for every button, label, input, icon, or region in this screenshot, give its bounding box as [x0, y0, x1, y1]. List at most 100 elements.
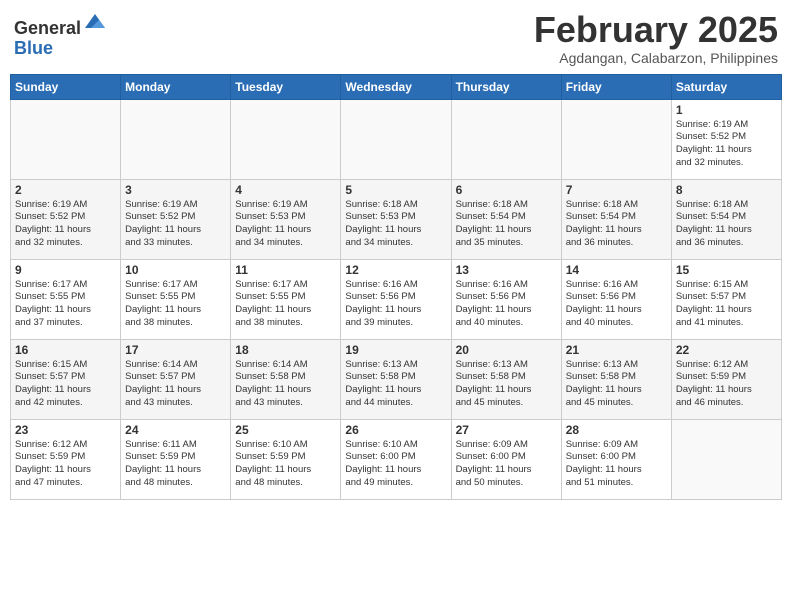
day-info: Sunrise: 6:12 AM Sunset: 5:59 PM Dayligh… [15, 439, 116, 490]
calendar-cell: 26 Sunrise: 6:10 AM Sunset: 6:00 PM Dayli… [341, 419, 451, 499]
day-number: 3 [125, 183, 226, 197]
week-row-4: 16 Sunrise: 6:15 AM Sunset: 5:57 PM Dayli… [11, 339, 782, 419]
day-info: Sunrise: 6:18 AM Sunset: 5:54 PM Dayligh… [676, 199, 777, 250]
calendar-cell [121, 99, 231, 179]
day-number: 26 [345, 423, 446, 437]
calendar-cell: 20 Sunrise: 6:13 AM Sunset: 5:58 PM Dayli… [451, 339, 561, 419]
week-row-1: 1 Sunrise: 6:19 AM Sunset: 5:52 PM Daylig… [11, 99, 782, 179]
day-number: 23 [15, 423, 116, 437]
calendar-cell: 25 Sunrise: 6:10 AM Sunset: 5:59 PM Dayli… [231, 419, 341, 499]
day-number: 6 [456, 183, 557, 197]
day-number: 12 [345, 263, 446, 277]
logo-icon [83, 10, 107, 34]
week-row-2: 2Sunrise: 6:19 AM Sunset: 5:52 PM Daylig… [11, 179, 782, 259]
logo-blue: Blue [14, 39, 107, 59]
calendar-cell: 2Sunrise: 6:19 AM Sunset: 5:52 PM Daylig… [11, 179, 121, 259]
week-row-5: 23 Sunrise: 6:12 AM Sunset: 5:59 PM Dayli… [11, 419, 782, 499]
day-info: Sunrise: 6:09 AM Sunset: 6:00 PM Dayligh… [456, 439, 557, 490]
day-number: 5 [345, 183, 446, 197]
weekday-header-sunday: Sunday [11, 74, 121, 99]
calendar-cell: 24 Sunrise: 6:11 AM Sunset: 5:59 PM Dayli… [121, 419, 231, 499]
calendar-cell: 9 Sunrise: 6:17 AM Sunset: 5:55 PM Daylig… [11, 259, 121, 339]
calendar-cell [671, 419, 781, 499]
day-info: Sunrise: 6:15 AM Sunset: 5:57 PM Dayligh… [15, 359, 116, 410]
calendar-cell: 10 Sunrise: 6:17 AM Sunset: 5:55 PM Dayli… [121, 259, 231, 339]
day-info: Sunrise: 6:12 AM Sunset: 5:59 PM Dayligh… [676, 359, 777, 410]
day-info: Sunrise: 6:15 AM Sunset: 5:57 PM Dayligh… [676, 279, 777, 330]
calendar-cell [11, 99, 121, 179]
calendar-cell: 23 Sunrise: 6:12 AM Sunset: 5:59 PM Dayli… [11, 419, 121, 499]
logo-text: General [14, 10, 107, 39]
day-info: Sunrise: 6:17 AM Sunset: 5:55 PM Dayligh… [15, 279, 116, 330]
day-number: 18 [235, 343, 336, 357]
day-info: Sunrise: 6:10 AM Sunset: 5:59 PM Dayligh… [235, 439, 336, 490]
calendar-cell: 15 Sunrise: 6:15 AM Sunset: 5:57 PM Dayli… [671, 259, 781, 339]
day-number: 16 [15, 343, 116, 357]
day-number: 11 [235, 263, 336, 277]
day-number: 21 [566, 343, 667, 357]
weekday-header-friday: Friday [561, 74, 671, 99]
location-title: Agdangan, Calabarzon, Philippines [534, 50, 778, 66]
day-number: 14 [566, 263, 667, 277]
day-number: 10 [125, 263, 226, 277]
day-number: 7 [566, 183, 667, 197]
calendar-cell: 6 Sunrise: 6:18 AM Sunset: 5:54 PM Daylig… [451, 179, 561, 259]
day-number: 15 [676, 263, 777, 277]
calendar-cell: 28Sunrise: 6:09 AM Sunset: 6:00 PM Dayli… [561, 419, 671, 499]
calendar-cell: 8 Sunrise: 6:18 AM Sunset: 5:54 PM Daylig… [671, 179, 781, 259]
week-row-3: 9 Sunrise: 6:17 AM Sunset: 5:55 PM Daylig… [11, 259, 782, 339]
calendar-cell: 16 Sunrise: 6:15 AM Sunset: 5:57 PM Dayli… [11, 339, 121, 419]
day-info: Sunrise: 6:19 AM Sunset: 5:52 PM Dayligh… [15, 199, 116, 250]
logo-general: General [14, 18, 81, 38]
calendar-cell: 14 Sunrise: 6:16 AM Sunset: 5:56 PM Dayli… [561, 259, 671, 339]
day-number: 4 [235, 183, 336, 197]
calendar-cell [451, 99, 561, 179]
weekday-header-thursday: Thursday [451, 74, 561, 99]
day-info: Sunrise: 6:17 AM Sunset: 5:55 PM Dayligh… [125, 279, 226, 330]
day-number: 1 [676, 103, 777, 117]
day-number: 20 [456, 343, 557, 357]
day-info: Sunrise: 6:18 AM Sunset: 5:54 PM Dayligh… [566, 199, 667, 250]
page-header: General Blue February 2025 Agdangan, Cal… [10, 10, 782, 66]
day-number: 25 [235, 423, 336, 437]
day-number: 27 [456, 423, 557, 437]
weekday-header-monday: Monday [121, 74, 231, 99]
day-number: 9 [15, 263, 116, 277]
day-info: Sunrise: 6:16 AM Sunset: 5:56 PM Dayligh… [345, 279, 446, 330]
day-number: 24 [125, 423, 226, 437]
logo: General Blue [14, 10, 107, 59]
calendar-cell: 4 Sunrise: 6:19 AM Sunset: 5:53 PM Daylig… [231, 179, 341, 259]
calendar-cell: 13Sunrise: 6:16 AM Sunset: 5:56 PM Dayli… [451, 259, 561, 339]
day-number: 8 [676, 183, 777, 197]
day-number: 17 [125, 343, 226, 357]
weekday-header-wednesday: Wednesday [341, 74, 451, 99]
day-info: Sunrise: 6:18 AM Sunset: 5:53 PM Dayligh… [345, 199, 446, 250]
calendar-cell: 12 Sunrise: 6:16 AM Sunset: 5:56 PM Dayli… [341, 259, 451, 339]
day-number: 19 [345, 343, 446, 357]
month-title: February 2025 [534, 10, 778, 50]
calendar-cell [561, 99, 671, 179]
day-info: Sunrise: 6:13 AM Sunset: 5:58 PM Dayligh… [456, 359, 557, 410]
day-number: 28 [566, 423, 667, 437]
weekday-header-saturday: Saturday [671, 74, 781, 99]
day-info: Sunrise: 6:14 AM Sunset: 5:58 PM Dayligh… [235, 359, 336, 410]
calendar-cell: 18 Sunrise: 6:14 AM Sunset: 5:58 PM Dayli… [231, 339, 341, 419]
calendar-cell: 19Sunrise: 6:13 AM Sunset: 5:58 PM Dayli… [341, 339, 451, 419]
day-info: Sunrise: 6:18 AM Sunset: 5:54 PM Dayligh… [456, 199, 557, 250]
calendar-cell: 27 Sunrise: 6:09 AM Sunset: 6:00 PM Dayli… [451, 419, 561, 499]
calendar-cell: 17 Sunrise: 6:14 AM Sunset: 5:57 PM Dayli… [121, 339, 231, 419]
day-info: Sunrise: 6:13 AM Sunset: 5:58 PM Dayligh… [566, 359, 667, 410]
day-info: Sunrise: 6:14 AM Sunset: 5:57 PM Dayligh… [125, 359, 226, 410]
weekday-header-tuesday: Tuesday [231, 74, 341, 99]
calendar-cell [231, 99, 341, 179]
weekday-header-row: SundayMondayTuesdayWednesdayThursdayFrid… [11, 74, 782, 99]
day-info: Sunrise: 6:10 AM Sunset: 6:00 PM Dayligh… [345, 439, 446, 490]
day-info: Sunrise: 6:11 AM Sunset: 5:59 PM Dayligh… [125, 439, 226, 490]
day-number: 22 [676, 343, 777, 357]
day-info: Sunrise: 6:16 AM Sunset: 5:56 PM Dayligh… [566, 279, 667, 330]
calendar-cell: 1 Sunrise: 6:19 AM Sunset: 5:52 PM Daylig… [671, 99, 781, 179]
calendar-cell: 21 Sunrise: 6:13 AM Sunset: 5:58 PM Dayli… [561, 339, 671, 419]
calendar-cell: 11Sunrise: 6:17 AM Sunset: 5:55 PM Dayli… [231, 259, 341, 339]
day-info: Sunrise: 6:19 AM Sunset: 5:53 PM Dayligh… [235, 199, 336, 250]
day-info: Sunrise: 6:19 AM Sunset: 5:52 PM Dayligh… [676, 119, 777, 170]
